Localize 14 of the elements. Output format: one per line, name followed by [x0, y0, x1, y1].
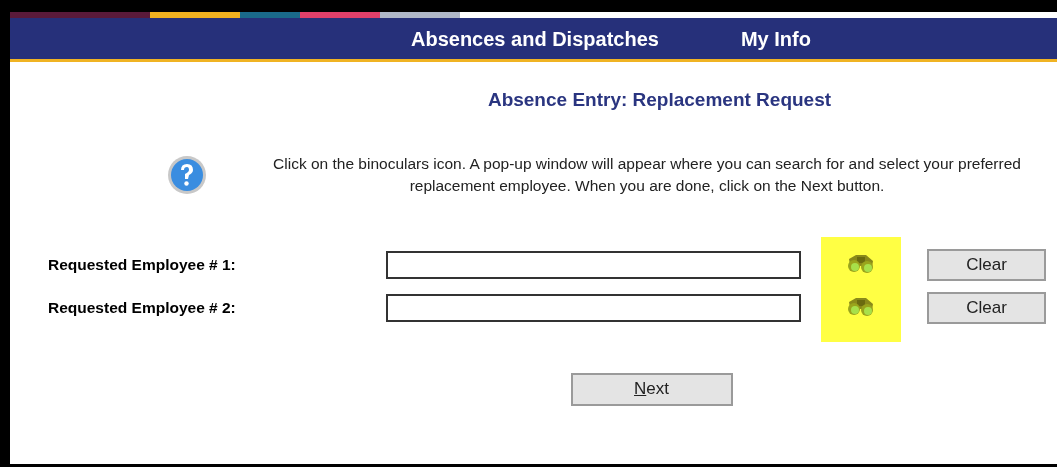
nav-link[interactable]: My Info [740, 23, 811, 54]
field-label: Requested Employee # 1: [48, 254, 237, 275]
help-icon [167, 154, 207, 195]
binoculars-icon[interactable] [846, 295, 876, 318]
employee-field[interactable] [386, 250, 801, 279]
nav-link[interactable]: Absences and Dispatches [411, 23, 659, 54]
next-button[interactable]: Next [570, 372, 733, 406]
clear-button[interactable]: Clear [927, 291, 1046, 324]
binoculars-icon[interactable] [846, 252, 876, 275]
employee-field[interactable] [386, 293, 801, 322]
clear-button[interactable]: Clear [927, 248, 1046, 281]
instruction-text: Click on the binoculars icon. A pop-up window will appear where you can search for and select your preferred replacement employee. When you are done, click on the Next button. [272, 153, 1022, 196]
field-label: Requested Employee # 2: [48, 297, 237, 318]
page-title: Absence Entry: Replacement Request [486, 88, 833, 112]
